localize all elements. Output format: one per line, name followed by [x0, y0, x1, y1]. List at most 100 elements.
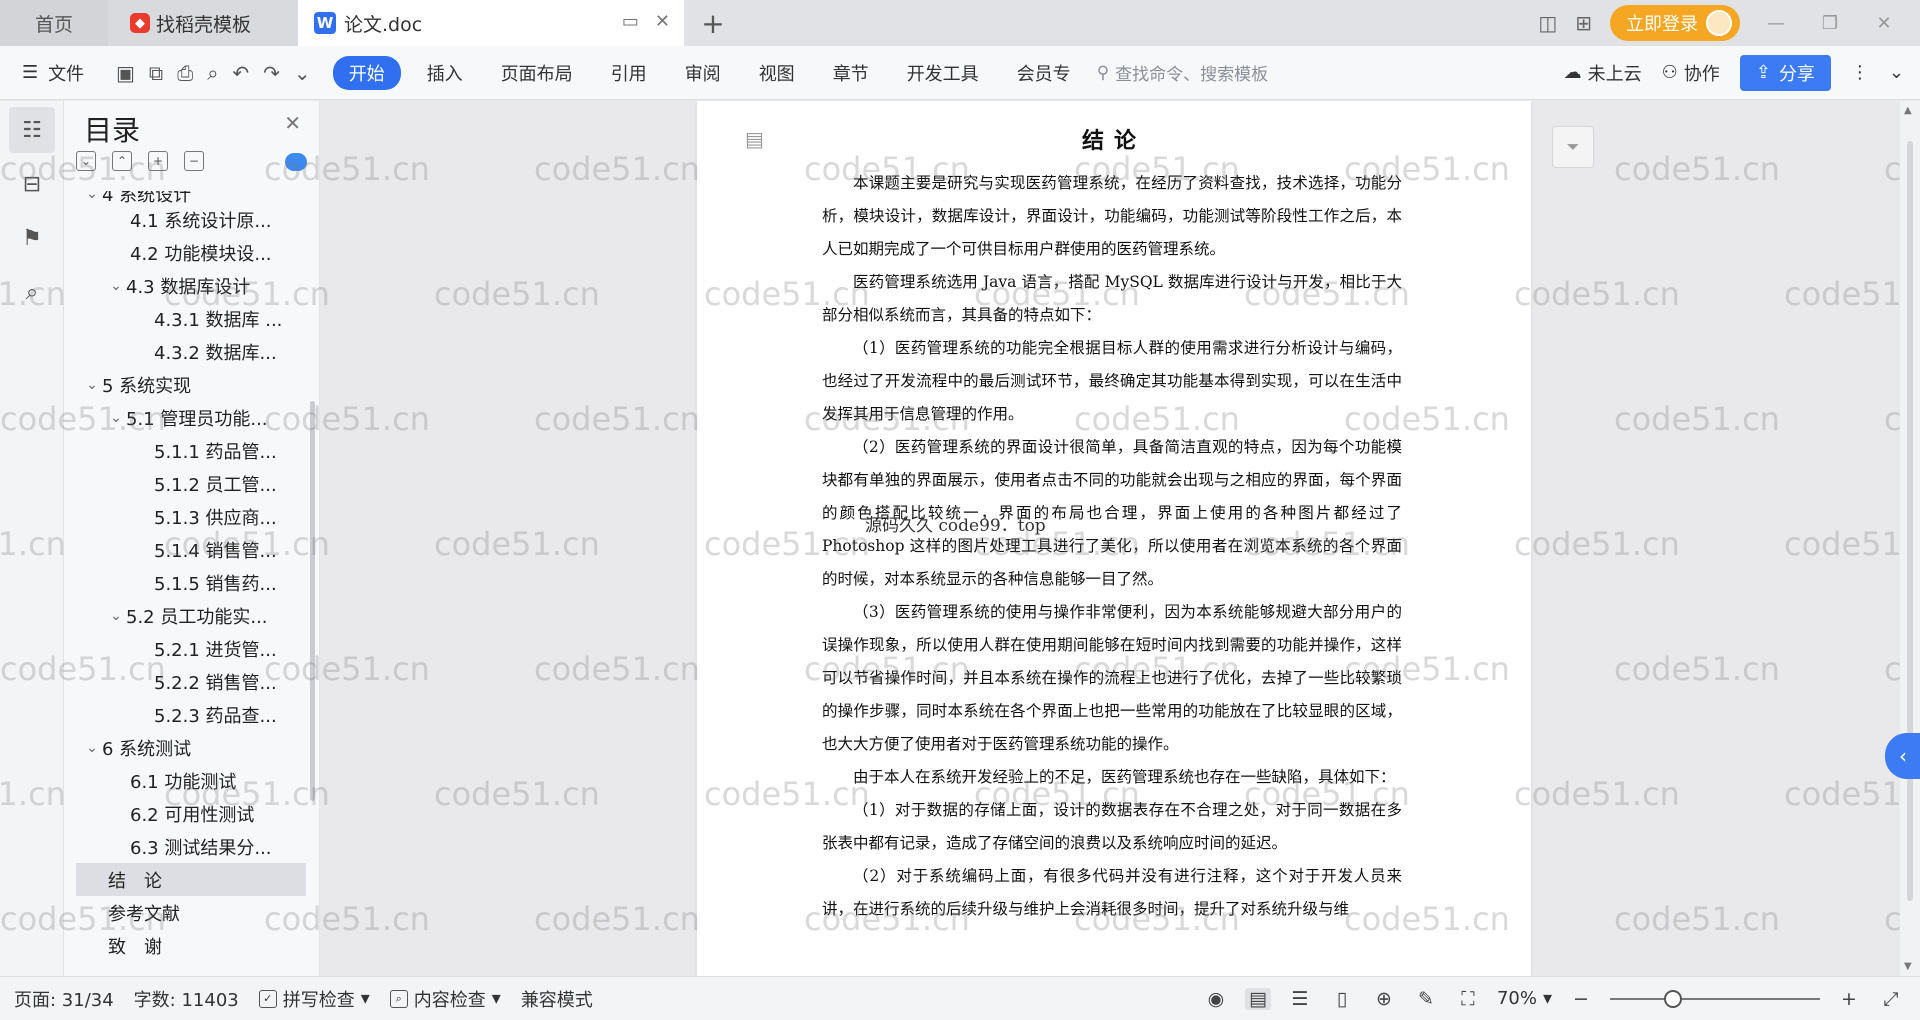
toc-item[interactable]: 5.2.1 进货管... — [76, 632, 306, 665]
redo-icon[interactable]: ↷ — [263, 61, 280, 85]
toc-item[interactable]: ⌄ 4.3 数据库设计 — [76, 269, 306, 302]
chapter-nav-icon[interactable]: ⊟ — [9, 161, 55, 207]
minimize-icon[interactable]: — — [1758, 13, 1794, 34]
zoom-in-icon[interactable]: + — [1836, 988, 1862, 1010]
web-view-icon[interactable]: ⊕ — [1371, 988, 1397, 1010]
toc-scrollbar[interactable] — [310, 401, 315, 801]
toc-item[interactable]: ⌄ 5.2 员工功能实... — [76, 599, 306, 632]
print-icon[interactable]: ⎙ — [177, 61, 193, 85]
new-tab-button[interactable]: + — [684, 0, 742, 46]
close-icon[interactable]: ✕ — [284, 111, 301, 135]
toc-item[interactable]: ⌄ 6 系统测试 — [76, 731, 306, 764]
chevron-down-icon[interactable]: ⌄ — [82, 377, 102, 393]
eye-protection-icon[interactable]: ◉ — [1203, 988, 1229, 1010]
cloud-status-button[interactable]: ☁ 未上云 — [1564, 60, 1642, 86]
grid-apps-icon[interactable]: ⊞ — [1575, 11, 1592, 35]
ribbon-tab-view[interactable]: 视图 — [747, 56, 807, 90]
save-icon[interactable]: ▣ — [116, 61, 135, 85]
zoom-slider-knob[interactable] — [1664, 989, 1682, 1008]
toc-item[interactable]: ⌄ 5 系统实现 — [76, 368, 306, 401]
ribbon-tab-references[interactable]: 引用 — [599, 56, 659, 90]
toc-item[interactable]: 参考文献 — [76, 896, 306, 929]
toc-item[interactable]: ⌄ 5.1 管理员功能... — [76, 401, 306, 434]
document-page[interactable]: ▤ 结论 本课题主要是研究与实现医药管理系统，在经历了资料查找，技术选择，功能分… — [697, 101, 1531, 976]
file-menu[interactable]: ☰ 文件 — [0, 60, 110, 86]
ribbon-tab-member[interactable]: 会员专 — [1005, 56, 1083, 90]
toc-item[interactable]: 5.1.2 员工管... — [76, 467, 306, 500]
chevron-down-icon[interactable]: ⌄ — [106, 410, 126, 426]
undo-icon[interactable]: ↶ — [232, 61, 249, 85]
expand-all-icon[interactable]: ⌄ — [76, 151, 96, 171]
chevron-down-icon[interactable]: ⌄ — [82, 191, 102, 202]
toc-item[interactable]: 6.1 功能测试 — [76, 764, 306, 797]
outline-view-icon[interactable]: ☰ — [1287, 988, 1313, 1010]
search-panel-icon[interactable]: ⌕ — [9, 269, 55, 315]
remove-heading-icon[interactable]: − — [184, 151, 204, 171]
chevron-down-icon[interactable]: ⌄ — [106, 278, 126, 294]
reading-view-icon[interactable]: ▯ — [1329, 988, 1355, 1010]
layout-toggle-icon[interactable]: ◫ — [1538, 11, 1557, 35]
zoom-slider[interactable] — [1610, 989, 1820, 1008]
more-options-icon[interactable]: ⋮ — [1851, 62, 1869, 83]
page-view-icon[interactable]: ▤ — [1244, 987, 1271, 1010]
collapse-all-icon[interactable]: ⌃ — [112, 151, 132, 171]
ribbon-tab-insert[interactable]: 插入 — [415, 56, 475, 90]
ribbon-tab-developer[interactable]: 开发工具 — [895, 56, 991, 90]
fullscreen-icon[interactable]: ⤢ — [1878, 988, 1904, 1010]
vertical-scrollbar[interactable]: ▲ ▼ — [1900, 101, 1920, 976]
expand-side-panel-button[interactable]: ‹ — [1885, 733, 1920, 779]
scrollbar-thumb[interactable] — [1907, 141, 1913, 901]
word-count[interactable]: 字数: 11403 — [134, 986, 239, 1012]
chevron-down-icon[interactable]: ⌄ — [106, 608, 126, 624]
toc-item[interactable]: 5.1.5 销售药... — [76, 566, 306, 599]
tab-home[interactable]: 首页 — [0, 0, 108, 46]
toc-item[interactable]: 5.2.3 药品查... — [76, 698, 306, 731]
collapse-ribbon-icon[interactable]: ⌄ — [1889, 62, 1904, 83]
chevron-down-icon[interactable]: ⌄ — [82, 740, 102, 756]
collaborate-button[interactable]: ⚇ 协作 — [1662, 60, 1720, 86]
tab-document[interactable]: W 论文.doc ▭ ✕ — [298, 0, 684, 46]
compat-mode-label[interactable]: 兼容模式 — [521, 986, 593, 1012]
share-button[interactable]: ⇪ 分享 — [1739, 54, 1831, 91]
ribbon-tab-page-layout[interactable]: 页面布局 — [489, 56, 585, 90]
content-check-button[interactable]: ⌕ 内容检查 ▾ — [389, 986, 501, 1012]
toc-item[interactable]: 4.1 系统设计原... — [76, 203, 306, 236]
document-canvas[interactable]: ▤ 结论 本课题主要是研究与实现医药管理系统，在经历了资料查找，技术选择，功能分… — [320, 101, 1900, 976]
toc-item[interactable]: 5.1.4 销售管... — [76, 533, 306, 566]
ribbon-tab-chapter[interactable]: 章节 — [821, 56, 881, 90]
toc-item[interactable]: 6.3 测试结果分... — [76, 830, 306, 863]
toc-item[interactable]: 4.3.2 数据库... — [76, 335, 306, 368]
document-body[interactable]: 本课题主要是研究与实现医药管理系统，在经历了资料查找，技术选择，功能分析，模块设… — [822, 167, 1402, 926]
chevron-down-icon[interactable]: ⌄ — [294, 61, 311, 85]
print-preview-icon[interactable]: ⌕ — [207, 61, 218, 85]
screen-icon[interactable]: ▭ — [622, 11, 639, 32]
fit-page-icon[interactable]: ⛶ — [1455, 988, 1481, 1010]
toc-item[interactable]: 4.3.1 数据库 ... — [76, 302, 306, 335]
zoom-out-icon[interactable]: − — [1568, 988, 1594, 1010]
ai-assistant-icon[interactable] — [285, 153, 307, 171]
close-tab-icon[interactable]: ✕ — [655, 11, 670, 32]
toc-item[interactable]: 结 论 — [76, 863, 306, 896]
toc-item[interactable]: 5.1.1 药品管... — [76, 434, 306, 467]
toc-item[interactable]: ⌄ 4 系统设计 — [76, 191, 306, 203]
export-icon[interactable]: ⧉ — [149, 61, 163, 85]
filter-icon[interactable]: ⏷ — [1552, 126, 1594, 168]
toc-item[interactable]: 6.2 可用性测试 — [76, 797, 306, 830]
pen-icon[interactable]: ✎ — [1413, 988, 1439, 1010]
toc-panel-icon[interactable]: ☷ — [9, 107, 55, 153]
zoom-level[interactable]: 70% ▾ — [1497, 988, 1552, 1009]
login-button[interactable]: 立即登录 — [1610, 5, 1740, 41]
command-search[interactable]: ⚲ 查找命令、搜索模板 — [1097, 60, 1268, 86]
close-window-icon[interactable]: ✕ — [1866, 13, 1902, 34]
restore-icon[interactable]: ❐ — [1812, 13, 1848, 34]
ribbon-tab-review[interactable]: 审阅 — [673, 56, 733, 90]
page-indicator[interactable]: 页面: 31/34 — [14, 986, 114, 1012]
toc-item[interactable]: 5.1.3 供应商... — [76, 500, 306, 533]
toc-item[interactable]: 4.2 功能模块设... — [76, 236, 306, 269]
spellcheck-button[interactable]: ✓ 拼写检查 ▾ — [258, 986, 370, 1012]
scroll-down-icon[interactable]: ▼ — [1904, 961, 1912, 972]
tab-docer-templates[interactable]: ◆ 找稻壳模板 — [108, 0, 298, 46]
toc-item[interactable]: 5.2.2 销售管... — [76, 665, 306, 698]
bookmark-icon[interactable]: ⚑ — [9, 215, 55, 261]
scroll-up-icon[interactable]: ▲ — [1904, 105, 1912, 116]
